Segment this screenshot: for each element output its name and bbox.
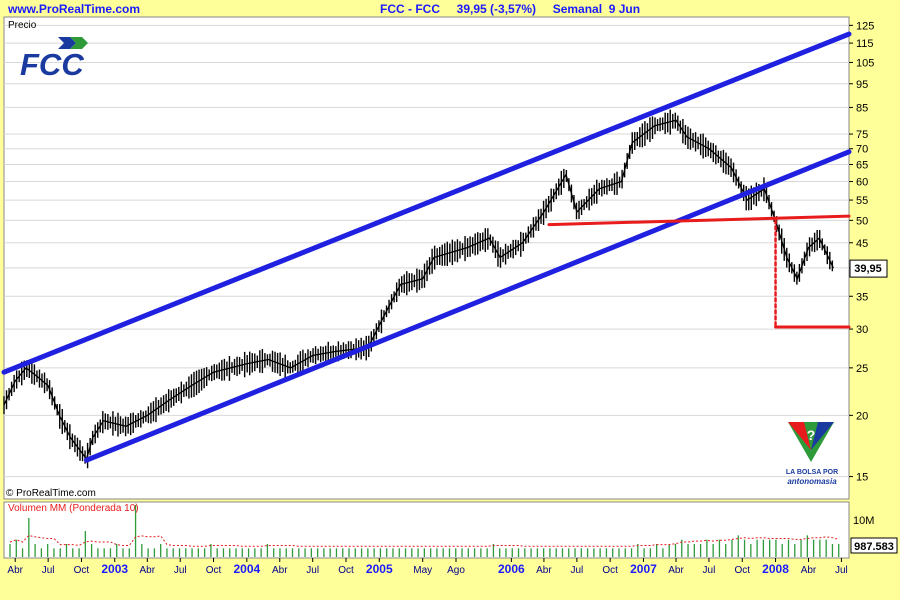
- y-tick-label: 45: [856, 238, 868, 250]
- y-tick-label: 105: [856, 57, 874, 69]
- last-price-tag: 39,95: [854, 263, 882, 275]
- question-mark-icon: ?: [807, 427, 816, 443]
- x-year-label: 2003: [101, 562, 128, 576]
- x-month-label: Oct: [338, 565, 354, 576]
- y-tick-label: 115: [856, 38, 874, 50]
- x-month-label: Abr: [668, 565, 684, 576]
- x-month-label: Abr: [140, 565, 156, 576]
- x-month-label: Abr: [536, 565, 552, 576]
- x-month-label: Jul: [835, 565, 848, 576]
- y-tick-label: 15: [856, 472, 868, 484]
- x-year-label: 2005: [366, 562, 393, 576]
- x-month-label: Oct: [74, 565, 90, 576]
- x-month-label: Oct: [734, 565, 750, 576]
- y-tick-label: 50: [856, 215, 868, 227]
- y-tick-label: 65: [856, 160, 868, 172]
- x-axis: Abr Jul Oct 2003 Abr Jul Oct 2004 Abr Jul Oct 2005 M…: [7, 558, 848, 576]
- y-tick-label: 35: [856, 291, 868, 303]
- y-axis: 152025303540455055606570758595105115125: [849, 20, 874, 484]
- x-month-label: Abr: [272, 565, 288, 576]
- x-month-label: Jul: [306, 565, 319, 576]
- x-month-label: Jul: [570, 565, 583, 576]
- logo-text: FCC: [20, 47, 84, 82]
- volume-panel-label: Volumen MM (Ponderada 10): [8, 503, 139, 514]
- watermark-line1: LA BOLSA POR: [786, 469, 838, 476]
- x-year-label: 2007: [630, 562, 657, 576]
- y-tick-label: 125: [856, 20, 874, 32]
- x-month-label: May: [413, 565, 432, 576]
- y-tick-label: 55: [856, 195, 868, 207]
- y-tick-label: 85: [856, 102, 868, 114]
- x-month-label: Jul: [703, 565, 716, 576]
- volume-tag: 987.583: [850, 537, 898, 554]
- x-month-label: Oct: [602, 565, 618, 576]
- x-month-label: Oct: [206, 565, 222, 576]
- volume-tick-label: 10M: [853, 515, 874, 527]
- x-month-label: Jul: [42, 565, 55, 576]
- y-tick-label: 60: [856, 177, 868, 189]
- x-year-label: 2006: [498, 562, 525, 576]
- price-tag: 39,95: [849, 259, 888, 278]
- x-year-label: 2008: [762, 562, 789, 576]
- y-tick-label: 25: [856, 363, 868, 375]
- x-month-label: Ago: [447, 565, 465, 576]
- x-month-label: Jul: [174, 565, 187, 576]
- x-month-label: Abr: [801, 565, 817, 576]
- copyright: © ProRealTime.com: [6, 488, 96, 499]
- y-tick-label: 70: [856, 144, 868, 156]
- y-tick-label: 95: [856, 79, 868, 91]
- y-tick-label: 20: [856, 410, 868, 422]
- x-year-label: 2004: [233, 562, 260, 576]
- y-tick-label: 30: [856, 324, 868, 336]
- watermark-line2: antonomasia: [787, 477, 837, 486]
- y-tick-label: 75: [856, 129, 868, 141]
- price-chart[interactable]: 152025303540455055606570758595105115125 …: [0, 0, 900, 600]
- x-month-label: Abr: [7, 565, 23, 576]
- last-volume-tag: 987.583: [854, 541, 894, 553]
- price-panel-label: Precio: [8, 20, 37, 31]
